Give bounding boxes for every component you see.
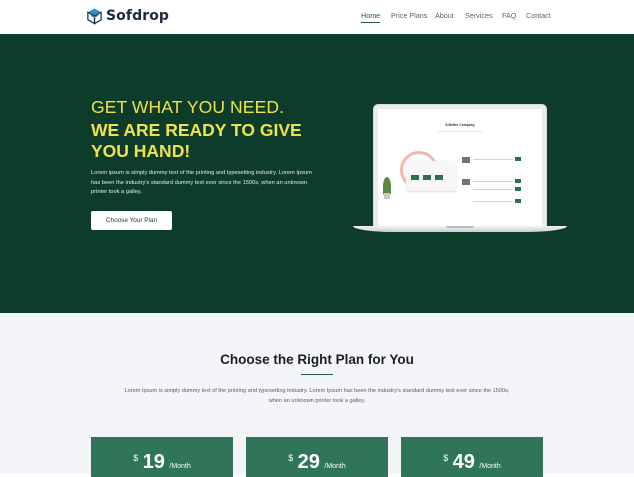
plan-period: /Month [169, 463, 191, 470]
laptop-mockup-image: A Better Company [353, 104, 567, 238]
mockup-thumb [462, 179, 470, 185]
mockup-thumb [462, 157, 470, 163]
hero-description: Lorem ipsum is simply dummy text of the … [91, 170, 312, 196]
mockup-pot [384, 193, 390, 199]
nav-item-faq[interactable]: FAQ [502, 11, 516, 20]
mockup-divider [438, 131, 482, 132]
mockup-row [473, 201, 513, 202]
plan-card[interactable]: $ 49 /Month [401, 437, 543, 477]
mockup-mini-card [411, 175, 419, 180]
plan-currency: $ [133, 453, 139, 463]
pricing-title: Choose the Right Plan for You [220, 352, 414, 367]
laptop-notch [446, 226, 474, 228]
plan-period: /Month [479, 463, 501, 470]
plan-currency: $ [288, 453, 294, 463]
mockup-button [515, 187, 521, 191]
site-header: Sofdrop Home Price Plans About Services … [0, 0, 634, 34]
mockup-mini-card [423, 175, 431, 180]
laptop-screen-content: A Better Company [378, 109, 542, 226]
hero-title-line1: GET WHAT YOU NEED. [91, 97, 285, 117]
nav-item-about[interactable]: About [435, 11, 454, 20]
plan-card[interactable]: $ 19 /Month [91, 437, 233, 477]
plan-price: $ 49 /Month [401, 451, 543, 474]
plan-price: $ 19 /Month [91, 451, 233, 474]
nav-item-services[interactable]: Services [465, 11, 493, 20]
plan-amount: 49 [452, 451, 475, 473]
plan-currency: $ [443, 453, 449, 463]
laptop-screen: A Better Company [373, 104, 547, 227]
plan-period: /Month [324, 463, 346, 470]
mockup-row [473, 181, 513, 182]
plan-amount: 19 [142, 451, 165, 473]
mockup-mini-card [435, 175, 443, 180]
mockup-button [515, 179, 521, 183]
nav-item-contact[interactable]: Contact [526, 11, 551, 20]
mockup-row [473, 159, 513, 160]
main-nav: Home Price Plans About Services FAQ Cont… [0, 11, 634, 27]
mockup-title: A Better Company [445, 123, 475, 127]
plan-card[interactable]: $ 29 /Month [246, 437, 388, 477]
pricing-title-underline [301, 374, 333, 376]
plan-price: $ 29 /Month [246, 451, 388, 474]
nav-item-home[interactable]: Home [361, 11, 381, 24]
choose-plan-button[interactable]: Choose Your Plan [91, 211, 172, 230]
nav-item-price-plans[interactable]: Price Plans [391, 11, 427, 20]
hero-title-line2: WE ARE READY TO GIVE YOU HAND! [91, 120, 302, 161]
mockup-button [515, 199, 521, 203]
mockup-row [473, 189, 513, 190]
plan-amount: 29 [297, 451, 320, 473]
mockup-button [515, 157, 521, 161]
pricing-description: Lorem Ipsum is simply dummy text of the … [124, 388, 510, 404]
